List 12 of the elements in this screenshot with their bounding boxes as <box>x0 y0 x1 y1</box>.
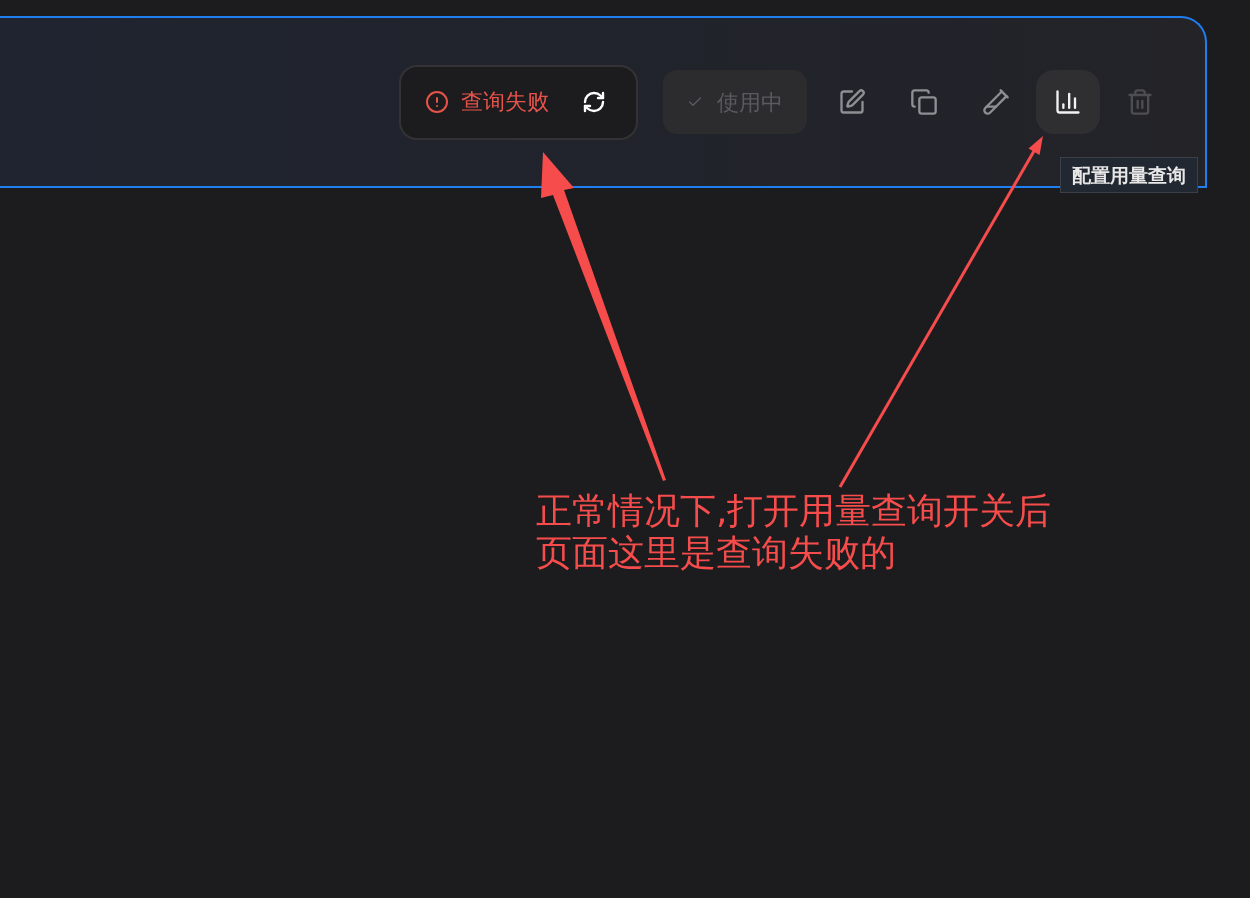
test-tube-icon <box>982 88 1010 116</box>
annotation-text: 正常情况下,打开用量查询开关后页面这里是查询失败的 <box>536 490 1053 574</box>
tooltip: 配置用量查询 <box>1060 157 1198 193</box>
bar-chart-icon <box>1054 88 1082 116</box>
status-text: 查询失败 <box>461 91 549 113</box>
copy-icon <box>910 88 938 116</box>
refresh-button[interactable] <box>581 89 607 115</box>
alert-icon <box>425 90 449 114</box>
refresh-icon <box>582 90 606 114</box>
delete-icon <box>1126 88 1154 116</box>
usage-button[interactable] <box>1036 70 1100 134</box>
edit-icon <box>838 88 866 116</box>
